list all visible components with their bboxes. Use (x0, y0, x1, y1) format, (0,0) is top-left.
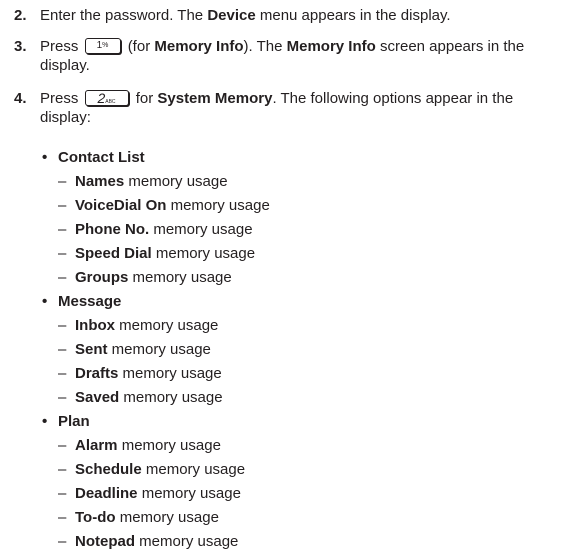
list-item: – Notepad memory usage (58, 532, 238, 551)
item-suffix: memory usage (149, 221, 253, 238)
item-name: Groups (75, 269, 129, 286)
step-text-part: Enter the password. The (40, 7, 208, 24)
item-name: Schedule (75, 461, 142, 478)
item-name: Sent (75, 341, 108, 358)
key-sublabel: ABC (105, 99, 116, 106)
category-title: Plan (58, 413, 90, 430)
category-title: Message (58, 293, 122, 310)
item-suffix: memory usage (166, 197, 270, 214)
item-suffix: memory usage (151, 245, 256, 262)
list-item: – Groups memory usage (58, 268, 232, 287)
item-suffix: memory usage (118, 365, 222, 382)
item-name: Inbox (75, 317, 115, 334)
step-text-part: display. (40, 57, 90, 74)
menu-name: Memory Info (154, 38, 244, 55)
dash-icon: – (58, 221, 67, 238)
dash-icon: – (58, 461, 67, 478)
bullet-icon: • (42, 149, 48, 166)
item-name: Names (75, 173, 125, 190)
list-item: – Names memory usage (58, 172, 228, 191)
dash-icon: – (58, 269, 67, 286)
menu-name: Device (207, 7, 256, 24)
step-text: Press 2ABC for System Memory. The follow… (40, 89, 562, 127)
step-number: 4. (14, 90, 27, 107)
item-suffix: memory usage (115, 317, 219, 334)
item-suffix: memory usage (135, 533, 239, 550)
item-suffix: memory usage (128, 269, 232, 286)
list-item: – Phone No. memory usage (58, 220, 253, 239)
item-name: VoiceDial On (75, 197, 167, 214)
list-item: – Sent memory usage (58, 340, 211, 359)
step-2: 2. Enter the password. The Device menu a… (14, 6, 562, 25)
bullet-icon: • (42, 293, 48, 310)
list-item: – Inbox memory usage (58, 316, 218, 335)
step-text-part: ). The (243, 38, 287, 55)
dash-icon: – (58, 389, 67, 406)
dash-icon: – (58, 509, 67, 526)
step-3: 3. Press 1% (for Memory Info). The Memor… (14, 37, 562, 75)
manual-page: 2. Enter the password. The Device menu a… (0, 0, 568, 559)
list-item: – To-do memory usage (58, 508, 219, 527)
dash-icon: – (58, 437, 67, 454)
step-text: Enter the password. The Device menu appe… (40, 6, 562, 25)
step-number: 3. (14, 38, 27, 55)
key-2-icon: 2ABC (84, 90, 129, 107)
step-text-part: menu appears in the display. (255, 7, 451, 24)
key-sublabel: % (102, 42, 109, 50)
dash-icon: – (58, 365, 67, 382)
dash-icon: – (58, 485, 67, 502)
menu-name: System Memory (157, 90, 273, 107)
dash-icon: – (58, 245, 67, 262)
step-text-part: (for (127, 38, 155, 55)
category-contact-list: • Contact List (42, 148, 145, 167)
item-name: Drafts (75, 365, 119, 382)
category-message: • Message (42, 292, 121, 311)
item-suffix: memory usage (115, 509, 219, 526)
list-item: – Schedule memory usage (58, 460, 245, 479)
step-text-part: Press (40, 90, 79, 107)
step-text-part: display: (40, 109, 91, 126)
dash-icon: – (58, 197, 67, 214)
list-item: – Drafts memory usage (58, 364, 222, 383)
list-item: – Alarm memory usage (58, 436, 221, 455)
list-item: – Saved memory usage (58, 388, 223, 407)
step-4: 4. Press 2ABC for System Memory. The fol… (14, 89, 562, 127)
bullet-icon: • (42, 413, 48, 430)
step-number: 2. (14, 7, 27, 24)
step-text: Press 1% (for Memory Info). The Memory I… (40, 37, 562, 75)
list-item: – VoiceDial On memory usage (58, 196, 270, 215)
item-name: Speed Dial (75, 245, 152, 262)
item-name: Deadline (75, 485, 138, 502)
category-plan: • Plan (42, 412, 90, 431)
step-text-part: screen appears in the (375, 38, 525, 55)
item-name: Phone No. (75, 221, 150, 238)
screen-name: Memory Info (286, 38, 376, 55)
list-item: – Deadline memory usage (58, 484, 241, 503)
dash-icon: – (58, 317, 67, 334)
dash-icon: – (58, 533, 67, 550)
item-name: Saved (75, 389, 120, 406)
key-1-icon: 1% (84, 38, 121, 55)
item-suffix: memory usage (119, 389, 223, 406)
item-suffix: memory usage (117, 437, 221, 454)
item-name: Notepad (75, 533, 135, 550)
item-suffix: memory usage (107, 341, 211, 358)
dash-icon: – (58, 341, 67, 358)
step-text-part: Press (40, 38, 79, 55)
list-item: – Speed Dial memory usage (58, 244, 255, 263)
item-name: Alarm (75, 437, 118, 454)
item-suffix: memory usage (141, 461, 246, 478)
step-text-part: . The following options appear in the (272, 90, 514, 107)
step-text-part: for (135, 90, 158, 107)
dash-icon: – (58, 173, 67, 190)
item-suffix: memory usage (137, 485, 241, 502)
category-title: Contact List (58, 149, 145, 166)
item-suffix: memory usage (124, 173, 228, 190)
item-name: To-do (75, 509, 116, 526)
